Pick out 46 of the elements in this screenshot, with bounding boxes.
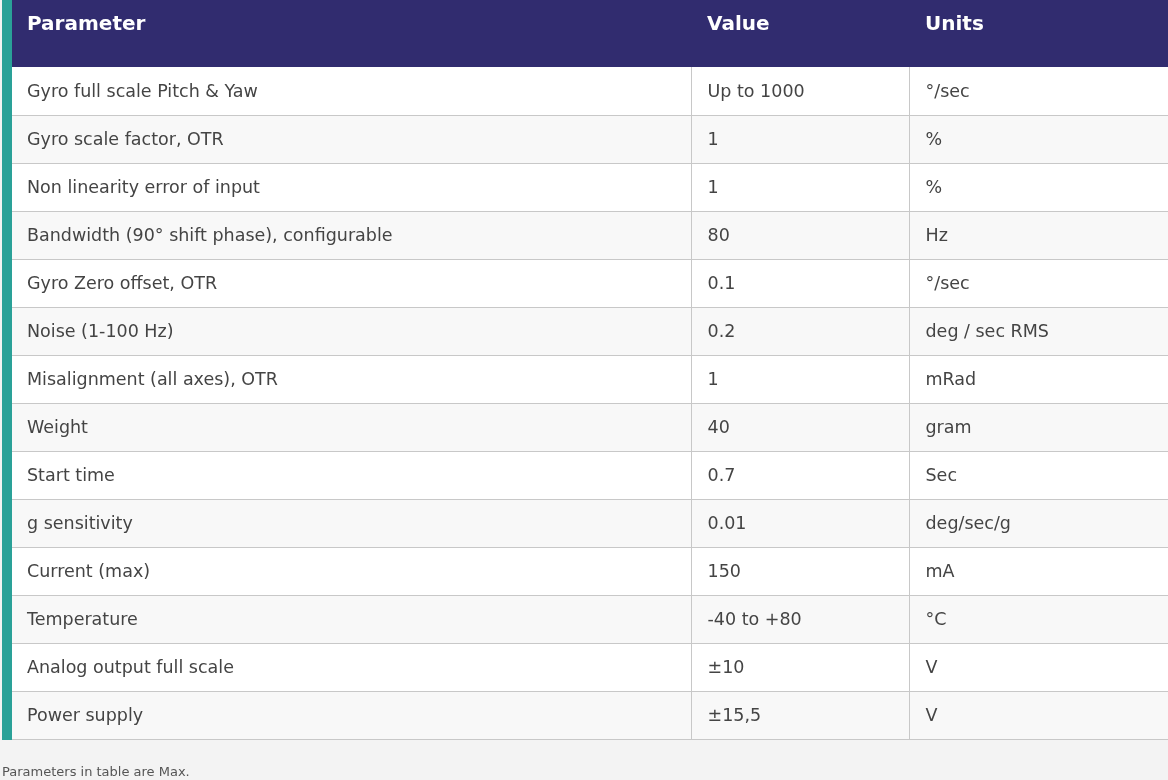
table-cell: Temperature bbox=[12, 595, 691, 643]
table-cell: Sec bbox=[909, 451, 1168, 499]
table-cell: Gyro Zero offset, OTR bbox=[12, 259, 691, 307]
table-cell: °/sec bbox=[909, 259, 1168, 307]
table-cell: Up to 1000 bbox=[691, 67, 909, 115]
table-cell: -40 to +80 bbox=[691, 595, 909, 643]
table-cell: 0.1 bbox=[691, 259, 909, 307]
table-cell: % bbox=[909, 163, 1168, 211]
table-cell: Noise (1-100 Hz) bbox=[12, 307, 691, 355]
table-cell: 150 bbox=[691, 547, 909, 595]
table-cell: gram bbox=[909, 403, 1168, 451]
table-cell: 40 bbox=[691, 403, 909, 451]
table-cell: Gyro full scale Pitch & Yaw bbox=[12, 67, 691, 115]
table-cell: Gyro scale factor, OTR bbox=[12, 115, 691, 163]
table-cell: 1 bbox=[691, 115, 909, 163]
table-cell: V bbox=[909, 643, 1168, 691]
table-cell: Hz bbox=[909, 211, 1168, 259]
table-cell: Misalignment (all axes), OTR bbox=[12, 355, 691, 403]
table-cell: Power supply bbox=[12, 691, 691, 739]
table-cell: 0.01 bbox=[691, 499, 909, 547]
footnote: Parameters in table are Max. bbox=[1, 762, 191, 780]
table-cell: ±15,5 bbox=[691, 691, 909, 739]
table-cell: 80 bbox=[691, 211, 909, 259]
table-cell: 0.2 bbox=[691, 307, 909, 355]
table-cell: V bbox=[909, 691, 1168, 739]
table-cell: Weight bbox=[12, 403, 691, 451]
table-cell: g sensitivity bbox=[12, 499, 691, 547]
table-cell: 1 bbox=[691, 355, 909, 403]
table-cell: mRad bbox=[909, 355, 1168, 403]
table-cell: °C bbox=[909, 595, 1168, 643]
table-cell: 0.7 bbox=[691, 451, 909, 499]
table-cell: Start time bbox=[12, 451, 691, 499]
column-header: Units bbox=[909, 0, 1168, 67]
table-cell: deg/sec/g bbox=[909, 499, 1168, 547]
column-header: Value bbox=[691, 0, 909, 67]
table-cell: Bandwidth (90° shift phase), configurable bbox=[12, 211, 691, 259]
table-cell: % bbox=[909, 115, 1168, 163]
table-cell: Analog output full scale bbox=[12, 643, 691, 691]
table-cell: 1 bbox=[691, 163, 909, 211]
table-cell: mA bbox=[909, 547, 1168, 595]
table-cell: deg / sec RMS bbox=[909, 307, 1168, 355]
column-header: Parameter bbox=[12, 0, 691, 67]
table-cell: Non linearity error of input bbox=[12, 163, 691, 211]
table-cell: ±10 bbox=[691, 643, 909, 691]
table-cell: Current (max) bbox=[12, 547, 691, 595]
table-cell: °/sec bbox=[909, 67, 1168, 115]
